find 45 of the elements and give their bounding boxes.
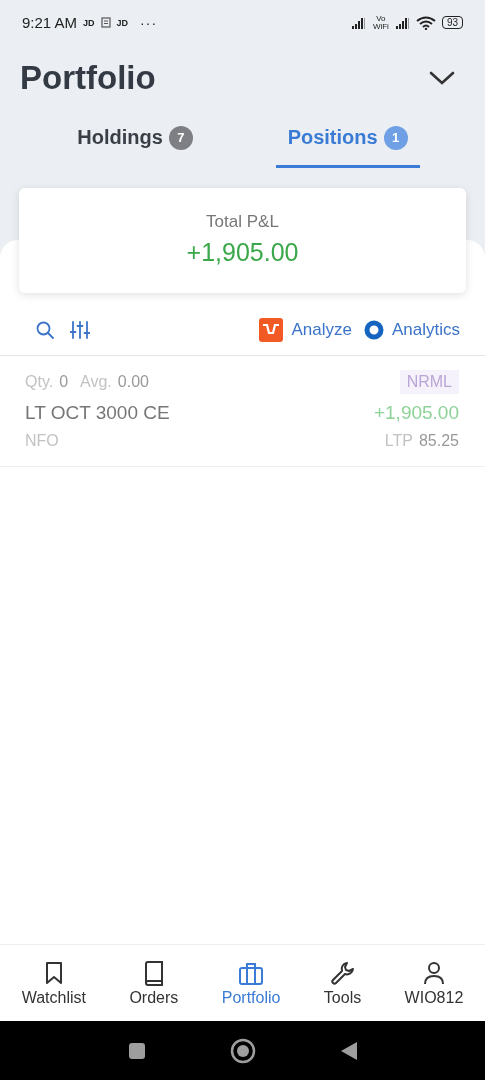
analytics-link[interactable]: Analytics — [363, 320, 460, 340]
logo-icon — [259, 318, 284, 342]
exchange-label: NFO — [25, 432, 59, 450]
qty-value: 0 — [59, 373, 69, 391]
nav-tab[interactable]: Watchlist — [17, 945, 90, 1021]
filter-button[interactable] — [68, 319, 92, 341]
document-icon — [100, 17, 111, 28]
tab[interactable]: Positions 1 — [275, 110, 420, 168]
more-indicator: ··· — [140, 14, 158, 31]
status-time: 9:21 AM — [22, 14, 78, 31]
tab[interactable]: Holdings 7 — [65, 110, 205, 168]
pnl-value: +1,905.00 — [185, 238, 300, 267]
search-icon — [36, 321, 54, 339]
nav-tab[interactable]: Portfolio — [217, 945, 285, 1021]
analyze-link[interactable]: Analyze — [259, 318, 352, 342]
qty-label: Qty. — [25, 373, 54, 391]
ring-icon — [363, 320, 384, 340]
chevron-down-icon — [429, 69, 455, 86]
position-pnl: +1,905.00 — [373, 402, 459, 424]
notification-label: JD — [83, 17, 95, 28]
avg-value: 0.00 — [117, 373, 149, 391]
back-icon — [339, 1040, 358, 1061]
instrument-name: LT OCT 3000 CE — [25, 402, 170, 424]
wifi-icon — [415, 15, 436, 30]
nav-tab[interactable]: Orders — [125, 945, 183, 1021]
avg-label: Avg. — [80, 373, 112, 391]
battery-indicator: 93 — [441, 16, 463, 29]
notification-label: JD — [116, 17, 129, 28]
ltp-label: LTP — [384, 432, 413, 450]
count-badge: 7 — [168, 125, 193, 150]
network-label: Vo WiFi — [371, 14, 390, 31]
count-badge: 1 — [383, 125, 408, 150]
signal-icon — [351, 16, 366, 29]
wrench-icon — [329, 959, 356, 986]
sliders-icon — [70, 321, 90, 339]
ltp-value: 85.25 — [418, 432, 459, 450]
nav-tab[interactable]: Tools — [319, 945, 366, 1021]
pnl-label: Total P&L — [205, 212, 280, 232]
circle-icon — [229, 1037, 256, 1064]
signal-icon — [395, 16, 410, 29]
square-icon — [127, 1041, 146, 1060]
product-tag: NRML — [399, 370, 459, 394]
nav-tab[interactable]: WIO812 — [400, 945, 468, 1021]
page-title: Portfolio — [20, 58, 156, 97]
search-button[interactable] — [34, 319, 56, 341]
